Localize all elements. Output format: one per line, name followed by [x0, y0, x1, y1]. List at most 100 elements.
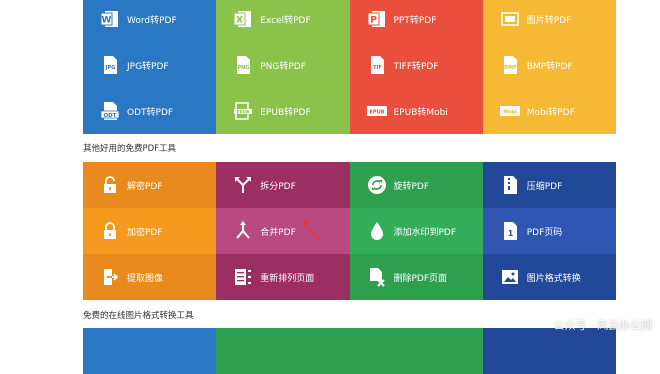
tile-label: 图片格式转换	[526, 273, 581, 284]
odt-file-icon: ODT	[100, 101, 120, 121]
bmp-file-icon: BMP	[500, 55, 520, 75]
tile-decrypt-pdf[interactable]: 解密PDF	[83, 162, 217, 208]
excel-doc-icon: X	[233, 9, 253, 29]
merge-arrows-icon	[233, 221, 253, 241]
svg-text:EPUB: EPUB	[237, 109, 250, 114]
tile-image-tool-4[interactable]	[482, 328, 616, 374]
tile-epub-to-pdf[interactable]: EPUB EPUB转PDF	[216, 88, 350, 134]
image-tools-grid	[83, 328, 616, 374]
tile-label: TIFF转PDF	[393, 61, 439, 72]
tile-label: Excel转PDF	[260, 15, 311, 26]
pdf-tools-grid: 解密PDF 拆分PDF 旋转PDF 压缩PDF 加密PDF 合并PDF 添加水印…	[83, 162, 616, 300]
tile-split-pdf[interactable]: 拆分PDF	[216, 162, 350, 208]
tile-jpg-to-pdf[interactable]: JPG JPG转PDF	[83, 42, 217, 88]
rotate-icon	[367, 175, 387, 195]
tile-encrypt-pdf[interactable]: 加密PDF	[83, 208, 217, 254]
epub-book-icon: EPUB	[233, 101, 253, 121]
jpg-file-icon: JPG	[100, 55, 120, 75]
mobi-badge-icon: Mobi	[499, 101, 520, 121]
tile-label: EPUB转Mobi	[393, 107, 448, 118]
tile-tiff-to-pdf[interactable]: TIF TIFF转PDF	[349, 42, 483, 88]
tile-pdf-page-number[interactable]: 1 PDF页码	[482, 208, 616, 254]
section-title-image-tools: 免费的在线图片格式转换工具	[83, 311, 194, 321]
tile-image-to-pdf[interactable]: 图片转PDF	[482, 0, 616, 42]
tile-delete-pdf-pages[interactable]: 删除PDF页面	[349, 254, 483, 300]
water-drop-icon	[367, 221, 387, 241]
tile-compress-pdf[interactable]: 压缩PDF	[482, 162, 616, 208]
tile-label: 拆分PDF	[260, 181, 296, 192]
ppt-doc-icon: P	[367, 9, 387, 29]
tile-excel-to-pdf[interactable]: X Excel转PDF	[216, 0, 350, 42]
tile-reorder-pages[interactable]: 重新排列页面	[216, 254, 350, 300]
tile-label: Mobi转PDF	[526, 107, 575, 118]
tile-label: 加密PDF	[127, 227, 163, 238]
svg-text:TIF: TIF	[373, 65, 382, 71]
tile-row: ODT ODT转PDF EPUB EPUB转PDF EPUB EPUB转Mobi…	[83, 88, 616, 134]
svg-text:Mobi: Mobi	[503, 110, 517, 116]
tile-image-tool-3[interactable]	[349, 328, 483, 374]
tile-label: 重新排列页面	[260, 273, 315, 284]
tile-label: EPUB转PDF	[260, 107, 311, 118]
tile-row: 解密PDF 拆分PDF 旋转PDF 压缩PDF	[83, 162, 616, 208]
lock-icon	[100, 221, 120, 241]
svg-text:W: W	[102, 16, 112, 26]
tile-image-format-convert[interactable]: 图片格式转换	[482, 254, 616, 300]
tile-rotate-pdf[interactable]: 旋转PDF	[349, 162, 483, 208]
tile-label: 提取图像	[127, 273, 164, 284]
tile-mobi-to-pdf[interactable]: Mobi Mobi转PDF	[482, 88, 616, 134]
zip-file-icon	[500, 175, 520, 195]
tile-label: 旋转PDF	[393, 181, 430, 192]
tile-label: JPG转PDF	[127, 61, 169, 72]
svg-text:BMP: BMP	[504, 65, 517, 71]
tile-label: 添加水印到PDF	[393, 227, 457, 238]
image-frame-icon	[500, 9, 520, 29]
word-doc-icon: W	[100, 9, 120, 29]
watermark: 公众号 · 风云办公网	[553, 319, 653, 332]
tile-image-tool-1[interactable]	[83, 328, 217, 374]
delete-page-icon	[367, 267, 387, 287]
extract-icon	[100, 267, 120, 287]
epub-badge-icon: EPUB	[366, 101, 387, 121]
page-number-icon: 1	[500, 221, 520, 241]
tile-label: Word转PDF	[127, 15, 177, 26]
png-file-icon: PNG	[233, 55, 253, 75]
svg-text:JPG: JPG	[105, 65, 116, 71]
tile-row: 加密PDF 合并PDF 添加水印到PDF 1 PDF页码	[83, 208, 616, 254]
tile-label: 解密PDF	[127, 181, 163, 192]
tile-bmp-to-pdf[interactable]: BMP BMP转PDF	[482, 42, 616, 88]
svg-text:P: P	[370, 16, 377, 26]
tile-merge-pdf[interactable]: 合并PDF	[216, 208, 350, 254]
tile-label: 图片转PDF	[526, 15, 572, 26]
tile-png-to-pdf[interactable]: PNG PNG转PDF	[216, 42, 350, 88]
svg-text:X: X	[236, 16, 243, 26]
tile-row	[83, 328, 616, 374]
tile-ppt-to-pdf[interactable]: P PPT转PDF	[349, 0, 483, 42]
tile-odt-to-pdf[interactable]: ODT ODT转PDF	[83, 88, 217, 134]
tile-epub-to-mobi[interactable]: EPUB EPUB转Mobi	[349, 88, 483, 134]
tile-image-tool-2[interactable]	[216, 328, 350, 374]
tile-label: 删除PDF页面	[393, 273, 448, 284]
section-title-other-tools: 其他好用的免费PDF工具	[83, 144, 177, 154]
tile-row: 提取图像 重新排列页面 删除PDF页面 图片格式转换	[83, 254, 616, 300]
tile-row: W Word转PDF X Excel转PDF P PPT转PDF 图片转PDF	[83, 0, 616, 42]
tile-label: PNG转PDF	[260, 61, 306, 72]
convert-to-pdf-grid: W Word转PDF X Excel转PDF P PPT转PDF 图片转PDF …	[83, 0, 616, 134]
annotation-arrow-icon	[302, 219, 321, 241]
tile-label: BMP转PDF	[526, 61, 573, 72]
tile-extract-images[interactable]: 提取图像	[83, 254, 217, 300]
reorder-list-icon	[233, 267, 253, 287]
unlock-icon	[100, 175, 120, 195]
svg-text:PNG: PNG	[238, 65, 250, 71]
tile-label: PPT转PDF	[393, 15, 437, 26]
tile-word-to-pdf[interactable]: W Word转PDF	[83, 0, 217, 42]
svg-text:EPUB: EPUB	[369, 110, 384, 116]
tile-label: 合并PDF	[260, 227, 296, 238]
tiff-file-icon: TIF	[367, 55, 387, 75]
tile-watermark-pdf[interactable]: 添加水印到PDF	[349, 208, 483, 254]
svg-text:1: 1	[507, 229, 513, 238]
picture-icon	[500, 267, 520, 287]
split-arrows-icon	[233, 175, 253, 195]
tile-label: ODT转PDF	[127, 107, 174, 118]
tile-label: PDF页码	[526, 227, 563, 238]
svg-text:ODT: ODT	[104, 113, 117, 119]
